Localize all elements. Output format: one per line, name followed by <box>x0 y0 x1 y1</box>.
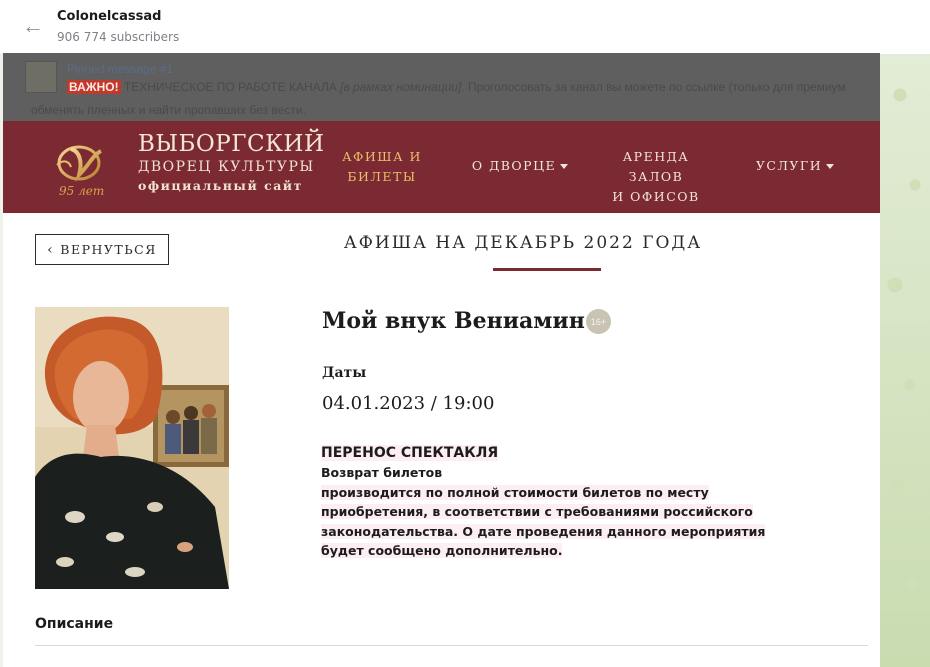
back-button[interactable]: ‹ ВЕРНУТЬСЯ <box>35 234 169 265</box>
event-poster-image <box>35 307 229 589</box>
nav-afisha-line2: БИЛЕТЫ <box>347 169 417 184</box>
chevron-down-icon <box>826 164 835 169</box>
pinned-label: Pinned message #1 <box>67 62 174 76</box>
age-rating-badge: 16+ <box>586 309 611 334</box>
nav-arenda-line2: И ОФИСОВ <box>612 189 700 204</box>
chevron-left-icon: ‹ <box>47 241 55 258</box>
nav-afisha-line1: АФИША И <box>342 149 422 164</box>
nav-uslugi-label: УСЛУГИ <box>755 158 823 173</box>
dates-label: Даты <box>322 365 367 381</box>
nav-arenda-line1: АРЕНДА ЗАЛОВ <box>622 149 690 184</box>
nav-dvorets-label: О ДВОРЦЕ <box>471 158 557 173</box>
logo-years: 95 лет <box>59 184 104 198</box>
shared-screenshot[interactable]: 95 лет ВЫБОРГСКИЙ ДВОРЕЦ КУЛЬТУРЫ официа… <box>3 53 880 667</box>
site-name[interactable]: ВЫБОРГСКИЙ <box>138 131 325 157</box>
pinned-text-c: . Проголосовать за канал вы можете по сс… <box>461 80 846 94</box>
postponement-notice: ПЕРЕНОС СПЕКТАКЛЯ Возврат билетов произв… <box>321 442 766 561</box>
pinned-text-line2: обменять пленных и найти пропавших без в… <box>31 103 306 117</box>
event-date-time: 04.01.2023 / 19:00 <box>322 393 495 414</box>
channel-name[interactable]: Colonelcassad <box>57 9 161 24</box>
pinned-text: ВАЖНО! ТЕХНИЧЕСКОЕ ПО РАБОТЕ КАНАЛА [в р… <box>67 80 880 94</box>
nav-afisha[interactable]: АФИША И БИЛЕТЫ <box>341 147 423 187</box>
pinned-text-b: [в рамках номинации] <box>340 80 462 94</box>
palace-logo-icon[interactable]: 95 лет <box>49 135 125 201</box>
site-subtitle: ДВОРЕЦ КУЛЬТУРЫ <box>138 159 315 175</box>
notice-line: законодательства. О дате проведения данн… <box>321 523 766 539</box>
nav-uslugi[interactable]: УСЛУГИ <box>755 156 835 176</box>
pinned-text-a: ТЕХНИЧЕСКОЕ ПО РАБОТЕ КАНАЛА <box>120 80 341 94</box>
subscriber-count: 906 774 subscribers <box>57 30 180 44</box>
heading-underline <box>493 268 601 271</box>
site-tagline: официальный сайт <box>138 178 303 193</box>
nav-dvorets[interactable]: О ДВОРЦЕ <box>471 156 569 176</box>
notice-title: ПЕРЕНОС СПЕКТАКЛЯ <box>321 445 499 461</box>
notice-line: производится по полной стоимости билетов… <box>321 484 709 500</box>
pinned-badge: ВАЖНО! <box>67 80 121 94</box>
channel-header: ← Colonelcassad 906 774 subscribers <box>0 0 930 55</box>
pinned-message-bar[interactable]: Pinned message #1 ВАЖНО! ТЕХНИЧЕСКОЕ ПО … <box>3 53 880 121</box>
notice-line: приобретения, в соответствии с требовани… <box>321 504 753 519</box>
site-navbar: 95 лет ВЫБОРГСКИЙ ДВОРЕЦ КУЛЬТУРЫ официа… <box>3 121 880 213</box>
notice-line: Возврат билетов <box>321 465 443 480</box>
notice-line: будет сообщено дополнительно. <box>321 543 563 558</box>
divider <box>35 645 868 646</box>
chat-background <box>880 55 930 667</box>
page-title: АФИША НА ДЕКАБРЬ 2022 ГОДА <box>343 233 703 253</box>
chevron-down-icon <box>560 164 569 169</box>
pinned-thumbnail <box>25 61 57 93</box>
nav-arenda[interactable]: АРЕНДА ЗАЛОВ И ОФИСОВ <box>593 147 719 207</box>
back-arrow-icon[interactable]: ← <box>22 15 44 37</box>
description-heading: Описание <box>35 616 114 632</box>
back-button-label: ВЕРНУТЬСЯ <box>60 242 157 257</box>
event-title: Мой внук Вениамин <box>322 308 585 334</box>
